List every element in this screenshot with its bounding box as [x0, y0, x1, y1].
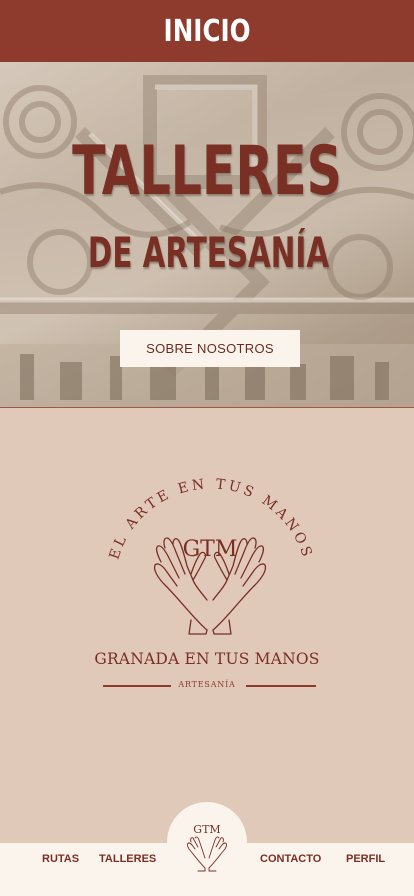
- top-header: INICIO: [0, 0, 414, 62]
- nav-home-button[interactable]: GTM: [167, 802, 247, 882]
- logo-subtitle: ARTESANÍA: [178, 680, 236, 689]
- hero-banner: TALLERES DE ARTESANÍA SOBRE NOSOTROS: [0, 62, 414, 408]
- nav-monogram: GTM: [193, 823, 220, 836]
- nav-item-contacto[interactable]: CONTACTO: [260, 853, 321, 873]
- about-us-button[interactable]: SOBRE NOSOTROS: [120, 330, 300, 367]
- page-title: INICIO: [163, 13, 251, 49]
- logo-brand-name: GRANADA EN TUS MANOS: [94, 650, 320, 668]
- nav-item-rutas[interactable]: RUTAS: [42, 853, 79, 873]
- mini-hands-icon: [187, 836, 227, 872]
- nav-item-talleres[interactable]: TALLERES: [99, 853, 156, 873]
- logo-monogram: GTM: [183, 537, 238, 562]
- hero-title-line1: TALLERES: [72, 132, 342, 211]
- gtm-mini-logo-icon: GTM: [187, 823, 227, 872]
- hero-divider: [0, 407, 414, 408]
- hero-title-line2: DE ARTESANÍA: [87, 228, 330, 277]
- nav-item-perfil[interactable]: PERFIL: [346, 853, 385, 873]
